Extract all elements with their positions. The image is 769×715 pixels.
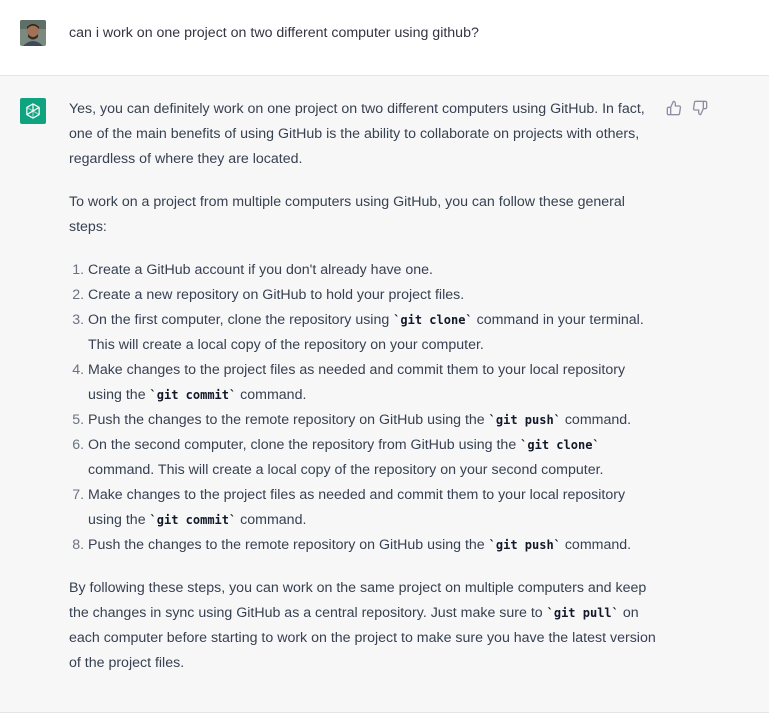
assistant-message-content: Yes, you can definitely work on one proj… <box>69 97 659 694</box>
thumbs-up-icon[interactable] <box>666 100 682 116</box>
inline-code: `git commit` <box>149 388 237 402</box>
inline-code: `git push` <box>488 413 561 427</box>
thumbs-down-icon[interactable] <box>692 100 708 116</box>
step-text: command. <box>236 387 307 403</box>
step-text: command. <box>236 512 307 528</box>
list-item: Make changes to the project files as nee… <box>88 358 659 408</box>
list-item: Create a GitHub account if you don't alr… <box>88 258 659 283</box>
step-text: command. <box>560 537 632 553</box>
steps-intro-paragraph: To work on a project from multiple compu… <box>69 194 625 235</box>
steps-list: Create a GitHub account if you don't alr… <box>69 258 659 558</box>
list-item: Push the changes to the remote repositor… <box>88 533 659 558</box>
list-item: Make changes to the project files as nee… <box>88 483 659 533</box>
inline-code: `git clone` <box>520 438 600 452</box>
inline-code: `git push` <box>488 538 561 552</box>
inline-code: `git clone` <box>393 313 473 327</box>
user-message-text: can i work on one project on two differe… <box>69 25 479 41</box>
step-text: On the first computer, clone the reposit… <box>88 312 394 328</box>
inline-code: `git pull` <box>546 606 619 620</box>
step-text: Create a new repository on GitHub to hol… <box>88 287 465 303</box>
list-item: On the second computer, clone the reposi… <box>88 433 659 483</box>
step-text: On the second computer, clone the reposi… <box>88 437 521 453</box>
inline-code: `git commit` <box>149 513 237 527</box>
intro-paragraph: Yes, you can definitely work on one proj… <box>69 101 645 167</box>
step-text: command. This will create a local copy o… <box>88 462 604 478</box>
step-text: command. <box>560 412 632 428</box>
assistant-message-row: Yes, you can definitely work on one proj… <box>0 76 769 713</box>
step-text: Create a GitHub account if you don't alr… <box>88 262 433 278</box>
step-text: Push the changes to the remote repositor… <box>88 537 489 553</box>
user-message-row: can i work on one project on two differe… <box>0 0 769 76</box>
list-item: Create a new repository on GitHub to hol… <box>88 283 659 308</box>
outro-paragraph: By following these steps, you can work o… <box>69 576 659 676</box>
list-item: Push the changes to the remote repositor… <box>88 408 659 433</box>
feedback-controls <box>666 100 708 116</box>
openai-logo-icon <box>20 98 46 124</box>
user-avatar <box>20 20 46 46</box>
step-text: Push the changes to the remote repositor… <box>88 412 489 428</box>
list-item: On the first computer, clone the reposit… <box>88 308 659 358</box>
